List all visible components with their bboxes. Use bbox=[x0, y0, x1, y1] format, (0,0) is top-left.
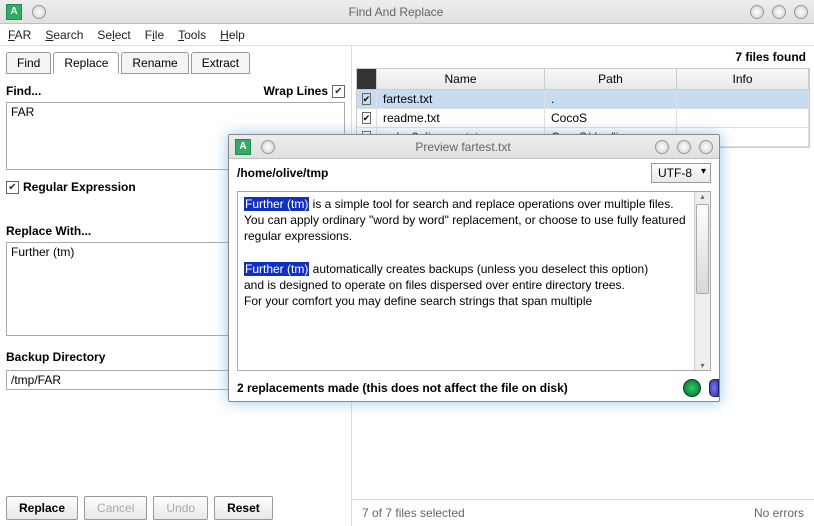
close-icon[interactable] bbox=[794, 5, 808, 19]
scrollbar-thumb[interactable] bbox=[696, 204, 709, 294]
menu-help[interactable]: Help bbox=[220, 28, 245, 42]
file-path: . bbox=[545, 90, 677, 108]
checkmark-icon: ✔ bbox=[6, 181, 19, 194]
encoding-select[interactable]: UTF-8 bbox=[651, 163, 711, 183]
app-icon: A bbox=[6, 4, 22, 20]
cancel-button[interactable]: Cancel bbox=[84, 496, 147, 520]
col-info[interactable]: Info bbox=[677, 69, 809, 89]
scrollbar[interactable] bbox=[694, 192, 710, 370]
select-all-icon[interactable] bbox=[357, 69, 377, 89]
tab-find[interactable]: Find bbox=[6, 52, 51, 74]
maximize-icon[interactable] bbox=[677, 140, 691, 154]
main-titlebar: A Find And Replace bbox=[0, 0, 814, 24]
tab-extract[interactable]: Extract bbox=[191, 52, 250, 74]
window-menu-icon[interactable] bbox=[261, 140, 275, 154]
find-label: Find... bbox=[6, 84, 41, 98]
files-count: 7 files found bbox=[352, 46, 814, 68]
undo-button[interactable]: Undo bbox=[153, 496, 208, 520]
status-dot-green[interactable] bbox=[683, 379, 701, 397]
preview-status: 2 replacements made (this does not affec… bbox=[237, 381, 568, 395]
checkmark-icon[interactable]: ✔ bbox=[362, 93, 372, 105]
status-errors: No errors bbox=[754, 506, 804, 520]
checkmark-icon: ✔ bbox=[332, 85, 345, 98]
tab-rename[interactable]: Rename bbox=[121, 52, 188, 74]
checkmark-icon[interactable]: ✔ bbox=[362, 112, 372, 124]
wrap-lines-checkbox[interactable]: Wrap Lines ✔ bbox=[264, 84, 345, 98]
menu-search[interactable]: Search bbox=[45, 28, 83, 42]
table-row[interactable]: ✔ fartest.txt. bbox=[357, 90, 809, 109]
menubar: FAR Search Select File Tools Help bbox=[0, 24, 814, 46]
file-name: fartest.txt bbox=[377, 90, 545, 108]
menu-file[interactable]: File bbox=[145, 28, 164, 42]
menu-far[interactable]: FAR bbox=[8, 28, 31, 42]
table-row[interactable]: ✔ readme.txtCocoS bbox=[357, 109, 809, 128]
backup-label: Backup Directory bbox=[6, 350, 105, 364]
file-info bbox=[677, 90, 809, 108]
minimize-icon[interactable] bbox=[750, 5, 764, 19]
regex-checkbox[interactable]: ✔ Regular Expression bbox=[6, 180, 136, 194]
preview-path: /home/olive/tmp bbox=[237, 166, 328, 180]
col-path[interactable]: Path bbox=[545, 69, 677, 89]
file-path: CocoS bbox=[545, 109, 677, 127]
replace-button[interactable]: Replace bbox=[6, 496, 78, 520]
preview-window: A Preview fartest.txt /home/olive/tmp UT… bbox=[228, 134, 720, 402]
preview-title: Preview fartest.txt bbox=[275, 140, 651, 154]
tabbar: Find Replace Rename Extract bbox=[6, 52, 345, 74]
menu-select[interactable]: Select bbox=[97, 28, 130, 42]
minimize-icon[interactable] bbox=[655, 140, 669, 154]
status-dot-next[interactable] bbox=[709, 379, 719, 397]
file-name: readme.txt bbox=[377, 109, 545, 127]
window-menu-icon[interactable] bbox=[32, 5, 46, 19]
reset-button[interactable]: Reset bbox=[214, 496, 273, 520]
menu-tools[interactable]: Tools bbox=[178, 28, 206, 42]
maximize-icon[interactable] bbox=[772, 5, 786, 19]
replace-label: Replace With... bbox=[6, 224, 91, 238]
col-name[interactable]: Name bbox=[377, 69, 545, 89]
file-info bbox=[677, 109, 809, 127]
preview-text[interactable]: Further (tm) is a simple tool for search… bbox=[238, 192, 694, 370]
window-title: Find And Replace bbox=[46, 5, 746, 19]
app-icon: A bbox=[235, 139, 251, 155]
tab-replace[interactable]: Replace bbox=[53, 52, 119, 74]
status-selected: 7 of 7 files selected bbox=[362, 506, 465, 520]
close-icon[interactable] bbox=[699, 140, 713, 154]
